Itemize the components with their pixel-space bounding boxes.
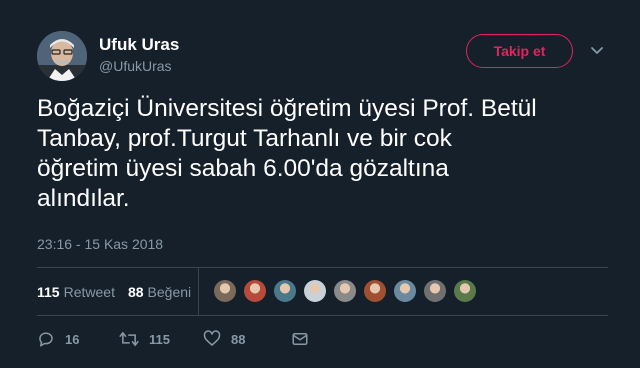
tweet-text: Boğaziçi Üniversitesi öğretim üyesi Prof… (37, 95, 537, 212)
liker-avatar[interactable] (214, 280, 236, 302)
liker-avatar[interactable] (454, 280, 476, 302)
tweet-actions: 16 115 88 (37, 328, 319, 350)
likes-label[interactable]: Beğeni (148, 284, 192, 300)
like-count: 88 (231, 331, 246, 347)
follow-button[interactable]: Takip et (466, 34, 573, 68)
avatar[interactable] (37, 31, 87, 81)
divider (37, 315, 608, 316)
retweets-count[interactable]: 115 (37, 284, 60, 300)
retweet-button[interactable]: 115 (119, 330, 203, 348)
likes-count[interactable]: 88 (128, 284, 144, 300)
tweet-timestamp[interactable]: 23:16 - 15 Kas 2018 (37, 236, 163, 252)
reply-icon (39, 332, 53, 347)
retweet-count: 115 (149, 331, 170, 347)
direct-message-button[interactable] (291, 330, 319, 348)
stats-separator (198, 267, 199, 315)
like-button[interactable]: 88 (203, 330, 291, 348)
user-handle[interactable]: @UfukUras (99, 58, 172, 74)
liker-avatar[interactable] (364, 280, 386, 302)
display-name[interactable]: Ufuk Uras (99, 35, 179, 55)
engagement-stats: 115 Retweet 88 Beğeni (37, 279, 204, 305)
liker-avatar[interactable] (304, 280, 326, 302)
liker-avatar[interactable] (274, 280, 296, 302)
avatar-image (37, 31, 87, 81)
retweets-label[interactable]: Retweet (64, 284, 115, 300)
more-options-chevron-icon[interactable] (590, 44, 604, 58)
liker-avatar[interactable] (244, 280, 266, 302)
envelope-icon (292, 333, 308, 345)
retweet-icon (119, 331, 139, 347)
reply-button[interactable]: 16 (37, 330, 119, 348)
likers-avatars (214, 280, 484, 302)
liker-avatar[interactable] (424, 280, 446, 302)
liker-avatar[interactable] (334, 280, 356, 302)
heart-icon (203, 330, 221, 346)
divider (37, 267, 608, 268)
reply-count: 16 (65, 331, 80, 347)
liker-avatar[interactable] (394, 280, 416, 302)
